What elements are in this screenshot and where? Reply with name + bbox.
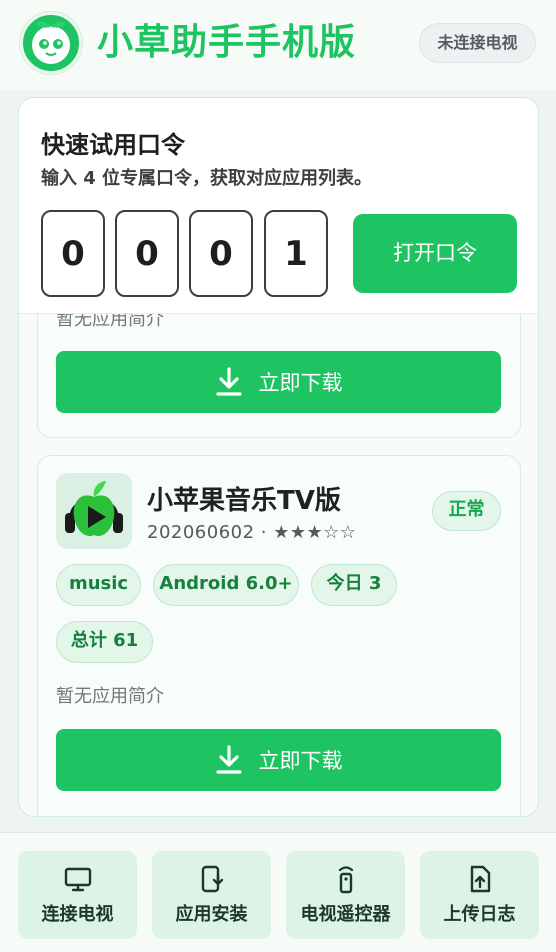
download-icon	[215, 745, 242, 774]
tv-remote-button[interactable]: 电视遥控器	[286, 851, 405, 939]
download-button[interactable]: 立即下载	[56, 351, 501, 413]
code-digit-4[interactable]: 1	[264, 210, 328, 297]
code-digit-1[interactable]: 0	[41, 210, 105, 297]
app-name: 小苹果音乐TV版	[147, 486, 341, 516]
download-label: 立即下载	[258, 749, 343, 773]
nav-label: 连接电视	[41, 904, 114, 925]
status-badge: 正常	[432, 491, 501, 531]
app-card: 小苹果音乐TV版 202060602 · ★★★☆☆ 正常 music Andr…	[37, 455, 521, 816]
nav-label: 应用安装	[175, 904, 248, 925]
phone-install-icon	[201, 865, 223, 893]
quick-code-title: 快速试用口令	[41, 131, 185, 159]
green-apple-headphones-play-icon	[56, 473, 132, 549]
bottom-nav: 连接电视 应用安装 电视遥控器 上传日志	[0, 832, 556, 952]
connect-tv-button[interactable]: 连接电视	[18, 851, 137, 939]
connection-status-badge[interactable]: 未连接电视	[419, 23, 536, 63]
app-description: 暂无应用简介	[56, 686, 164, 707]
app-install-button[interactable]: 应用安装	[152, 851, 271, 939]
tag-category: music	[56, 564, 141, 606]
quick-code-subtitle: 输入 4 位专属口令，获取对应应用列表。	[41, 168, 373, 189]
app-version-rating: 202060602 · ★★★☆☆	[147, 522, 357, 543]
main-panel: 暂无应用简介 立即下载 小苹果音乐TV版 202060602 · ★★★☆☆ 正…	[18, 97, 539, 817]
sprout-mascot-logo-icon	[20, 12, 82, 74]
open-code-button[interactable]: 打开口令	[353, 214, 517, 293]
upload-log-button[interactable]: 上传日志	[420, 851, 539, 939]
download-label: 立即下载	[258, 371, 343, 395]
nav-label: 电视遥控器	[300, 904, 391, 925]
tv-icon	[64, 867, 91, 892]
download-button[interactable]: 立即下载	[56, 729, 501, 791]
tag-today-downloads: 今日 3	[311, 564, 397, 606]
tag-total-downloads: 总计 61	[56, 621, 153, 663]
code-digit-2[interactable]: 0	[115, 210, 179, 297]
code-digit-3[interactable]: 0	[189, 210, 253, 297]
tag-android-version: Android 6.0+	[153, 564, 299, 606]
app-header: 小草助手手机版 未连接电视	[0, 0, 556, 90]
upload-file-icon	[470, 865, 490, 893]
download-icon	[215, 367, 242, 396]
quick-code-card: 快速试用口令 输入 4 位专属口令，获取对应应用列表。 0 0 0 1 打开口令	[19, 98, 538, 314]
remote-control-icon	[338, 866, 353, 894]
nav-label: 上传日志	[443, 904, 516, 925]
app-title: 小草助手手机版	[97, 22, 357, 63]
